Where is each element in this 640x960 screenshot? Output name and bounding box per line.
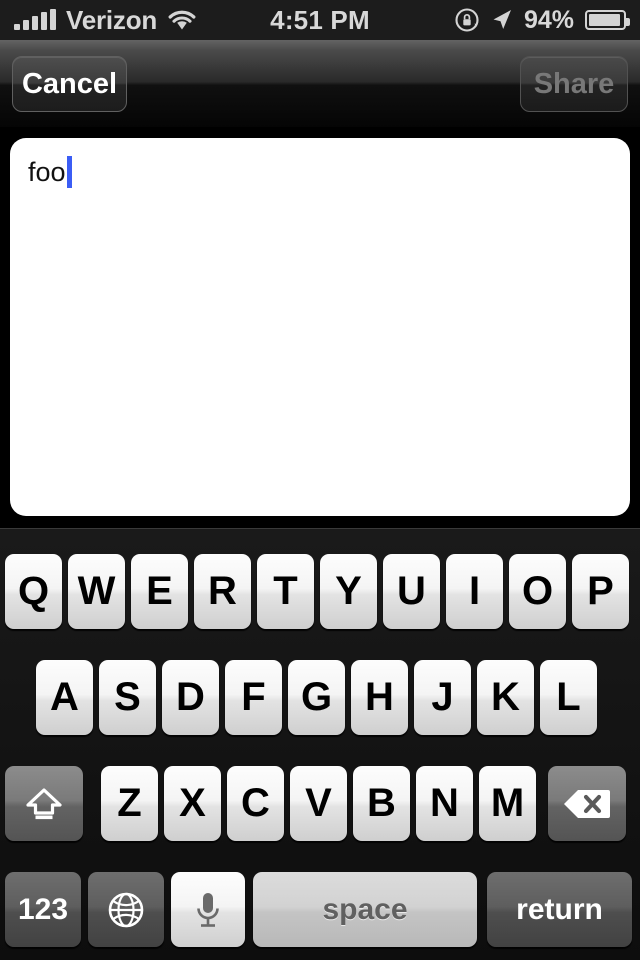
status-bar-right: 94% — [454, 5, 630, 35]
key-t[interactable]: T — [257, 554, 314, 629]
location-arrow-icon — [491, 8, 513, 32]
key-s[interactable]: S — [99, 660, 156, 735]
share-button[interactable]: Share — [520, 56, 628, 112]
backspace-key[interactable] — [548, 766, 626, 841]
key-a-label: A — [50, 675, 79, 719]
key-b-label: B — [367, 781, 396, 825]
key-k-label: K — [491, 675, 520, 719]
rotation-lock-icon — [454, 7, 480, 33]
return-key[interactable]: return — [487, 872, 632, 947]
status-bar: Verizon 4:51 PM 94% — [0, 0, 640, 40]
compose-text-row: foo — [28, 156, 618, 190]
space-key[interactable]: space — [253, 872, 477, 947]
key-v-label: V — [305, 781, 332, 825]
cancel-button-label: Cancel — [21, 67, 118, 100]
globe-icon — [105, 889, 147, 931]
key-i[interactable]: I — [446, 554, 503, 629]
keyboard-row-2: A S D F G H J K L — [0, 660, 640, 735]
dictation-key[interactable] — [171, 872, 245, 947]
key-p[interactable]: P — [572, 554, 629, 629]
key-x[interactable]: X — [164, 766, 221, 841]
key-h[interactable]: H — [351, 660, 408, 735]
key-s-label: S — [114, 675, 141, 719]
key-a[interactable]: A — [36, 660, 93, 735]
key-d-label: D — [176, 675, 205, 719]
key-h-label: H — [365, 675, 394, 719]
key-u-label: U — [397, 569, 426, 613]
numbers-key-label: 123 — [17, 892, 69, 926]
shift-key[interactable] — [5, 766, 83, 841]
key-q-label: Q — [17, 569, 50, 613]
key-u[interactable]: U — [383, 554, 440, 629]
key-j[interactable]: J — [414, 660, 471, 735]
key-m[interactable]: M — [479, 766, 536, 841]
navigation-bar: Cancel Share — [0, 40, 640, 128]
key-l-label: L — [556, 675, 581, 719]
microphone-icon — [192, 889, 224, 931]
phone-screen: Verizon 4:51 PM 94% Cancel Share foo Q W… — [0, 0, 640, 960]
key-x-label: X — [179, 781, 206, 825]
key-n-label: N — [430, 781, 459, 825]
key-e[interactable]: E — [131, 554, 188, 629]
keyboard-row-4: 123 space return — [0, 872, 640, 947]
battery-icon — [585, 10, 630, 30]
key-y[interactable]: Y — [320, 554, 377, 629]
key-f-label: F — [241, 675, 266, 719]
key-c[interactable]: C — [227, 766, 284, 841]
text-caret — [66, 156, 72, 188]
return-key-label: return — [516, 892, 603, 926]
battery-percent-label: 94% — [523, 5, 574, 34]
compose-text-area[interactable]: foo — [10, 138, 630, 516]
backspace-delete-icon — [563, 787, 611, 821]
key-j-label: J — [431, 675, 454, 719]
cancel-button[interactable]: Cancel — [12, 56, 127, 112]
key-k[interactable]: K — [477, 660, 534, 735]
key-z-label: Z — [117, 781, 142, 825]
key-w-label: W — [77, 569, 116, 613]
key-r-label: R — [208, 569, 237, 613]
key-n[interactable]: N — [416, 766, 473, 841]
onscreen-keyboard: Q W E R T Y U I O P A S D F G H J K L Z … — [0, 528, 640, 960]
key-o-label: O — [521, 569, 554, 613]
space-key-label: space — [322, 892, 408, 926]
key-i-label: I — [468, 569, 481, 613]
key-r[interactable]: R — [194, 554, 251, 629]
compose-text-value: foo — [28, 157, 66, 187]
key-g-label: G — [300, 675, 333, 719]
keyboard-row-3: Z X C V B N M — [0, 766, 640, 841]
key-w[interactable]: W — [68, 554, 125, 629]
key-y-label: Y — [335, 569, 362, 613]
key-g[interactable]: G — [288, 660, 345, 735]
key-m-label: M — [490, 781, 525, 825]
key-q[interactable]: Q — [5, 554, 62, 629]
key-z[interactable]: Z — [101, 766, 158, 841]
keyboard-row-1: Q W E R T Y U I O P — [0, 554, 640, 629]
key-d[interactable]: D — [162, 660, 219, 735]
key-e-label: E — [146, 569, 173, 613]
share-button-label: Share — [533, 67, 615, 100]
shift-arrow-icon — [23, 784, 65, 824]
numbers-key[interactable]: 123 — [5, 872, 81, 947]
key-c-label: C — [241, 781, 270, 825]
key-l[interactable]: L — [540, 660, 597, 735]
key-o[interactable]: O — [509, 554, 566, 629]
globe-key[interactable] — [88, 872, 164, 947]
key-v[interactable]: V — [290, 766, 347, 841]
key-b[interactable]: B — [353, 766, 410, 841]
key-f[interactable]: F — [225, 660, 282, 735]
key-p-label: P — [587, 569, 614, 613]
key-t-label: T — [273, 569, 298, 613]
